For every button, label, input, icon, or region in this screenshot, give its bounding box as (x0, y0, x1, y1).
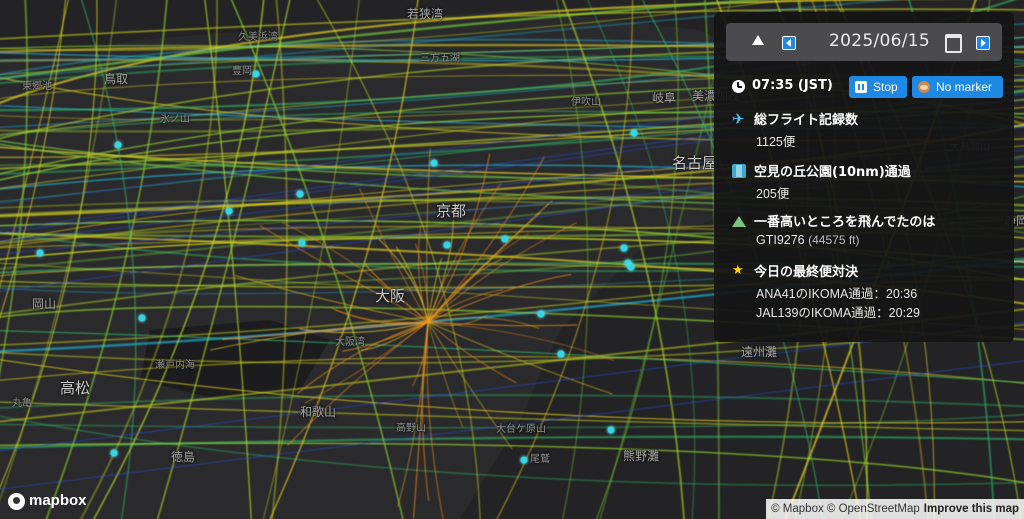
aircraft-marker[interactable] (501, 235, 509, 243)
collapse-up-icon[interactable] (752, 35, 764, 45)
stat-title: 空見の丘公園(10nm)通過 (754, 165, 911, 180)
place-label: 久美浜湾 (238, 32, 278, 43)
place-label: 大台ケ原山 (496, 424, 546, 435)
improve-map-link[interactable]: Improve this map (924, 503, 1019, 515)
aircraft-marker[interactable] (630, 129, 638, 137)
aircraft-marker[interactable] (620, 244, 628, 252)
stat-title: 今日の最終便対決 (754, 265, 859, 280)
aircraft-marker[interactable] (114, 141, 122, 149)
place-label: 京都 (436, 202, 467, 220)
aircraft-marker[interactable] (138, 314, 146, 322)
flight-id: GTI9276 (756, 233, 805, 247)
chevron-left-icon (786, 39, 791, 47)
mapbox-logo-icon (8, 493, 25, 510)
stop-button[interactable]: Stop (849, 76, 907, 98)
stat-value: GTI9276 (44575 ft) (756, 233, 860, 247)
place-label: 岡山 (32, 297, 57, 311)
place-label: 和歌山 (300, 405, 337, 419)
calendar-icon[interactable] (945, 34, 962, 53)
place-label: 若狭湾 (407, 7, 444, 21)
place-label: 伊吹山 (571, 97, 601, 108)
current-time: 07:35 (JST) (752, 78, 833, 93)
place-label: 尾鷲 (530, 454, 550, 465)
plane-icon: ✈ (732, 110, 745, 128)
aircraft-marker[interactable] (443, 241, 451, 249)
stat-value-line1: ANA41のIKOMA通過：20:36 (756, 287, 918, 301)
no-marker-button[interactable]: No marker (912, 76, 1003, 98)
stop-label: Stop (873, 80, 898, 94)
aircraft-marker[interactable] (537, 310, 545, 318)
aircraft-marker[interactable] (36, 249, 44, 257)
stat-value: 205便 (756, 187, 790, 201)
place-label: 氷ノ山 (160, 114, 190, 125)
stat-value: 1125便 (756, 135, 796, 149)
aircraft-marker[interactable] (520, 456, 528, 464)
place-label: 大阪 (375, 287, 406, 305)
place-label: 高松 (60, 379, 91, 397)
aircraft-marker[interactable] (627, 263, 635, 271)
map-attribution: © Mapbox © OpenStreetMap Improve this map (766, 499, 1024, 519)
aircraft-marker[interactable] (225, 207, 233, 215)
clock-icon (732, 80, 745, 93)
aircraft-marker[interactable] (110, 449, 118, 457)
place-label: 名古屋 (672, 154, 718, 172)
aircraft-marker[interactable] (296, 190, 304, 198)
place-label: 遠州灘 (741, 345, 778, 359)
chevron-right-icon (981, 39, 986, 47)
aircraft-marker[interactable] (252, 70, 260, 78)
place-label: 岐阜 (652, 91, 677, 105)
place-label: 高野山 (396, 423, 426, 434)
stat-title: 一番高いところを飛んでたのは (754, 215, 936, 230)
place-label: 丸亀 (12, 398, 32, 409)
mapbox-logo-text: mapbox (29, 492, 87, 509)
date-bar: 2025/06/15 (726, 23, 1002, 61)
prev-day-button[interactable] (782, 36, 796, 50)
place-label: 東郷池 (22, 81, 52, 92)
place-label: 豊岡 (232, 66, 252, 77)
aircraft-marker[interactable] (430, 159, 438, 167)
map-icon (732, 164, 746, 178)
monkey-icon (918, 81, 930, 93)
aircraft-marker[interactable] (557, 350, 565, 358)
next-day-button[interactable] (976, 36, 990, 50)
altitude-note: (44575 ft) (808, 233, 860, 247)
info-panel: 2025/06/15 07:35 (JST) Stop No marker ✈ … (714, 12, 1014, 342)
place-label: 徳島 (171, 450, 196, 464)
stat-value-line2: JAL139のIKOMA通過：20:29 (756, 306, 920, 320)
star-icon: ★ (732, 263, 744, 278)
place-label: 三方五湖 (420, 53, 460, 64)
pause-icon (855, 81, 867, 93)
mountain-icon (732, 216, 746, 227)
place-label: 大阪湾 (335, 337, 365, 348)
no-marker-label: No marker (936, 80, 993, 94)
attribution-text[interactable]: © Mapbox © OpenStreetMap (771, 503, 920, 515)
place-label: 熊野灘 (623, 449, 660, 463)
aircraft-marker[interactable] (298, 239, 306, 247)
date-field[interactable]: 2025/06/15 (829, 31, 930, 51)
place-label: 鳥取 (104, 72, 129, 86)
stat-title: 総フライト記録数 (754, 113, 859, 128)
place-label: 瀬戸内海 (155, 360, 195, 371)
aircraft-marker[interactable] (607, 426, 615, 434)
